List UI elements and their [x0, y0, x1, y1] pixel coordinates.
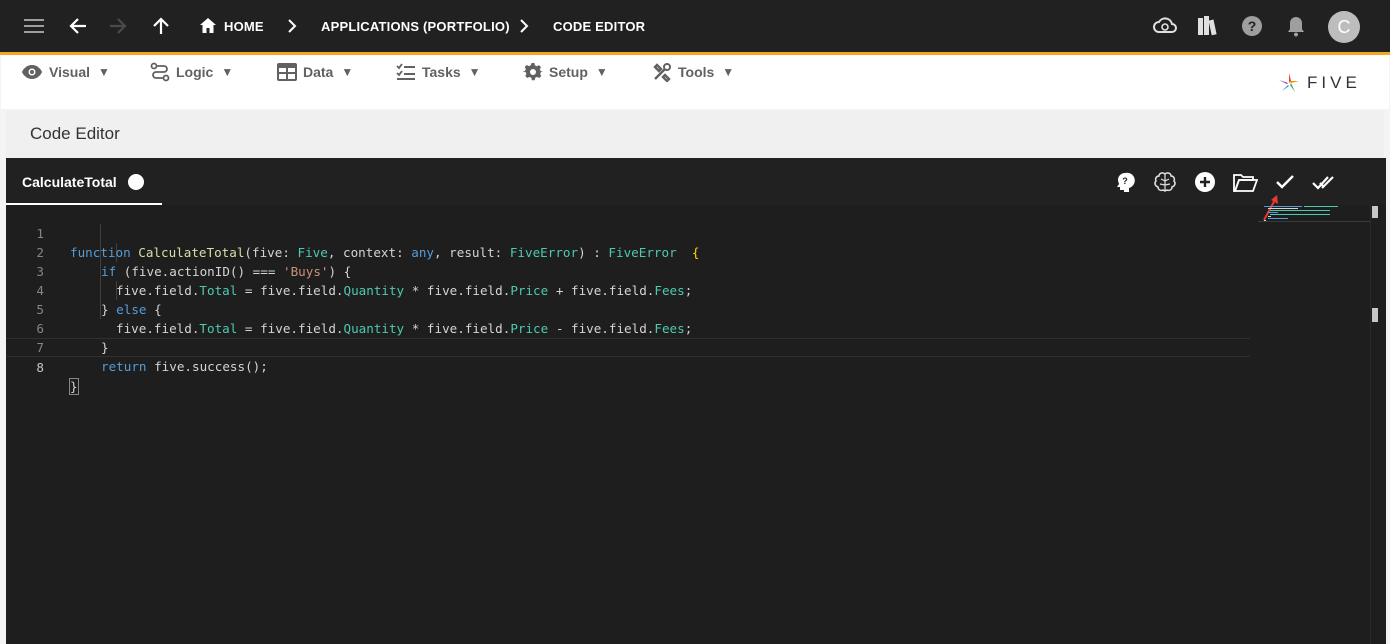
- code-line: 6 }: [6, 300, 1250, 355]
- code-line: 7 return five.success();: [6, 319, 1250, 374]
- scrollbar-position-marker: [1372, 308, 1378, 322]
- caret-down-icon: ▼: [722, 65, 735, 79]
- bell-icon[interactable]: [1282, 12, 1310, 40]
- menu-bar: Visual ▼ Logic ▼ Data ▼ Tasks ▼ Setup ▼ Tools…: [1, 55, 1389, 109]
- editor-tab-label: CalculateTotal: [22, 174, 117, 190]
- menu-tools-label: Tools: [678, 64, 715, 80]
- menu-data-label: Data: [303, 64, 334, 80]
- vertical-scrollbar[interactable]: [1370, 205, 1386, 644]
- menu-tools[interactable]: Tools ▼: [652, 61, 734, 83]
- open-folder-icon[interactable]: [1232, 169, 1258, 195]
- brain-icon[interactable]: [1152, 169, 1178, 195]
- menu-icon[interactable]: [20, 12, 48, 40]
- code-line: 3 five.field.Total = five.field.Quantity…: [6, 243, 1250, 298]
- menu-logic-label: Logic: [176, 64, 214, 80]
- chevron-right-icon: [520, 19, 529, 33]
- code-text: }: [69, 377, 79, 396]
- svg-text:?: ?: [1122, 176, 1128, 186]
- back-arrow-icon[interactable]: [64, 12, 92, 40]
- scrollbar-thumb[interactable]: [1372, 206, 1378, 218]
- help-icon[interactable]: ?: [1238, 12, 1266, 40]
- caret-down-icon: ▼: [341, 65, 354, 79]
- flow-icon: [150, 62, 170, 82]
- caret-down-icon: ▼: [221, 65, 234, 79]
- tools-icon: [653, 63, 671, 82]
- code-token: }: [69, 378, 79, 395]
- top-bar: HOME APPLICATIONS (PORTFOLIO) CODE EDITO…: [0, 0, 1390, 52]
- code-editor: CalculateTotal ? 1 function CalculateTot…: [6, 158, 1386, 644]
- menu-data[interactable]: Data ▼: [277, 61, 353, 83]
- code-line: 1 function CalculateTotal(five: Five, co…: [6, 205, 1250, 260]
- code-text: return five.success();: [101, 357, 268, 376]
- menu-tasks[interactable]: Tasks ▼: [396, 61, 481, 83]
- line-number: 8: [36, 360, 44, 375]
- svg-text:?: ?: [1248, 18, 1257, 34]
- five-logo: FIVE: [1277, 71, 1361, 95]
- assistant-icon[interactable]: ?: [1112, 169, 1138, 195]
- caret-down-icon: ▼: [98, 65, 110, 79]
- gear-icon: [523, 62, 543, 81]
- avatar[interactable]: C: [1328, 11, 1360, 43]
- page-title: Code Editor: [30, 124, 120, 143]
- breadcrumb-code-editor[interactable]: CODE EDITOR: [553, 19, 645, 34]
- page-header: Code Editor: [6, 111, 1384, 158]
- breadcrumb-home[interactable]: HOME: [224, 19, 264, 34]
- code-line-current: 8 }: [6, 338, 1250, 395]
- code-line: 4 } else {: [6, 262, 1250, 317]
- app-window: HOME APPLICATIONS (PORTFOLIO) CODE EDITO…: [0, 0, 1390, 644]
- menu-tasks-label: Tasks: [422, 64, 461, 80]
- add-circle-icon[interactable]: [1192, 169, 1218, 195]
- library-books-icon[interactable]: [1194, 12, 1222, 40]
- table-icon: [277, 63, 297, 81]
- code-token: five.success();: [146, 359, 268, 374]
- code-area[interactable]: 1 function CalculateTotal(five: Five, co…: [6, 205, 1386, 644]
- cloud-sync-icon[interactable]: [1151, 12, 1179, 40]
- menu-logic[interactable]: Logic ▼: [150, 61, 233, 83]
- editor-tab-calculatetotal[interactable]: CalculateTotal: [6, 158, 162, 205]
- five-logo-mark: [1279, 73, 1299, 92]
- checklist-icon: [396, 63, 415, 80]
- code-line: 5 five.field.Total = five.field.Quantity…: [6, 281, 1250, 336]
- menu-visual-label: Visual: [49, 64, 90, 80]
- editor-tab-bar: CalculateTotal ?: [6, 158, 1386, 221]
- up-arrow-icon[interactable]: [147, 12, 175, 40]
- code-line: 2 if (five.actionID() === 'Buys') {: [6, 224, 1250, 279]
- breadcrumb-applications[interactable]: APPLICATIONS (PORTFOLIO): [321, 19, 510, 34]
- logo-text: FIVE: [1307, 73, 1361, 92]
- home-icon[interactable]: [194, 12, 222, 40]
- unsaved-dot-icon: [128, 174, 144, 190]
- eye-icon: [22, 65, 42, 79]
- caret-down-icon: ▼: [595, 65, 608, 79]
- menu-visual[interactable]: Visual ▼: [21, 61, 110, 83]
- code-token: return: [101, 359, 147, 374]
- chevron-right-icon: [288, 19, 297, 33]
- menu-setup-label: Setup: [549, 64, 588, 80]
- forward-arrow-icon[interactable]: [104, 12, 132, 40]
- caret-down-icon: ▼: [468, 65, 481, 79]
- double-check-icon[interactable]: [1312, 169, 1338, 195]
- menu-setup[interactable]: Setup ▼: [523, 61, 608, 83]
- minimap[interactable]: [1258, 205, 1370, 225]
